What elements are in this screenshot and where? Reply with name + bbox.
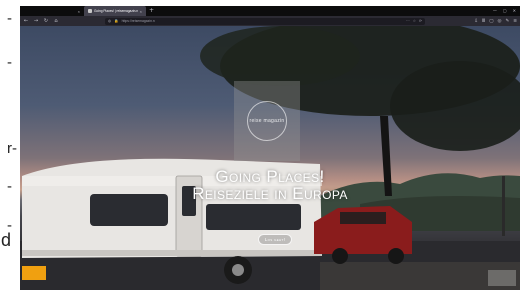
back-arrow-icon[interactable]: ← bbox=[23, 16, 29, 26]
site-logo-box[interactable]: reise magazin bbox=[234, 81, 300, 161]
forward-arrow-icon[interactable]: → bbox=[33, 16, 39, 26]
hero-section: reise magazin Going Places! Reiseziele i… bbox=[20, 26, 520, 290]
url-bar[interactable]: ◍ 🔒 https://reisemagazin.n ⋯ ☆ ⟳ bbox=[105, 17, 425, 25]
car-wheel bbox=[388, 248, 404, 264]
library-icon[interactable]: Ⅲ bbox=[482, 19, 485, 24]
page-actions-icon[interactable]: ⋯ bbox=[406, 19, 410, 23]
tab-bar: × Going Places! | reisemagazin.n × + — ▢… bbox=[20, 6, 520, 16]
browser-window: × Going Places! | reisemagazin.n × + — ▢… bbox=[20, 6, 520, 290]
menu-icon[interactable]: ≡ bbox=[513, 19, 517, 24]
left-text-fragment: d bbox=[1, 230, 12, 250]
sidebar-icon[interactable]: ▢ bbox=[489, 19, 493, 24]
minimize-icon[interactable]: — bbox=[493, 6, 497, 16]
hero-headline: Going Places! Reiseziele in Europa bbox=[20, 168, 520, 202]
download-icon[interactable]: ⇩ bbox=[474, 19, 478, 24]
tree-foliage bbox=[200, 26, 360, 86]
left-text-fragment: - bbox=[7, 10, 12, 27]
close-icon[interactable]: × bbox=[78, 9, 80, 14]
home-icon[interactable]: ⌂ bbox=[53, 16, 59, 26]
left-document-strip: - - r- - - d bbox=[0, 0, 20, 290]
left-text-fragment: - bbox=[7, 54, 12, 71]
close-window-icon[interactable]: ✕ bbox=[513, 6, 516, 16]
tab-inactive[interactable]: × bbox=[22, 6, 84, 16]
headline-line-2: Reiseziele in Europa bbox=[192, 184, 348, 203]
window-controls: — ▢ ✕ bbox=[493, 6, 520, 16]
tab-title: Going Places! | reisemagazin.n bbox=[94, 9, 139, 13]
bench bbox=[488, 270, 516, 286]
caravan-stripe bbox=[22, 250, 322, 256]
caravan-tail-light bbox=[22, 266, 46, 280]
shield-icon[interactable]: ◍ bbox=[108, 19, 111, 23]
close-icon[interactable]: × bbox=[140, 9, 142, 14]
red-car-window bbox=[340, 212, 386, 224]
tab-going-places[interactable]: Going Places! | reisemagazin.n × bbox=[84, 6, 146, 16]
car-wheel bbox=[332, 248, 348, 264]
caravan-window bbox=[206, 204, 301, 230]
wheel-hub bbox=[232, 264, 244, 276]
new-tab-button[interactable]: + bbox=[146, 6, 157, 16]
sync-icon[interactable]: ⟳ bbox=[419, 19, 422, 23]
extension-icon[interactable]: ✎ bbox=[505, 19, 509, 24]
navigation-toolbar: ← → ↻ ⌂ ◍ 🔒 https://reisemagazin.n ⋯ ☆ ⟳… bbox=[20, 16, 520, 26]
reload-icon[interactable]: ↻ bbox=[43, 16, 49, 26]
los-geht-button[interactable]: Los geht! bbox=[258, 234, 292, 245]
url-text[interactable]: https://reisemagazin.n bbox=[122, 19, 404, 23]
left-text-fragment: - bbox=[7, 178, 12, 195]
maximize-icon[interactable]: ▢ bbox=[503, 6, 507, 16]
left-text-fragment: r- bbox=[7, 140, 17, 157]
account-icon[interactable]: ◎ bbox=[498, 19, 502, 24]
toolbar-right-icons: ⇩ Ⅲ ▢ ◎ ✎ ≡ bbox=[474, 19, 517, 24]
favicon-icon bbox=[88, 9, 92, 13]
bookmark-star-icon[interactable]: ☆ bbox=[413, 19, 416, 23]
logo-text: reise magazin bbox=[249, 118, 285, 124]
logo-ring: reise magazin bbox=[247, 101, 287, 141]
headline-line-1: Going Places! bbox=[215, 167, 325, 186]
lock-icon[interactable]: 🔒 bbox=[114, 19, 118, 23]
